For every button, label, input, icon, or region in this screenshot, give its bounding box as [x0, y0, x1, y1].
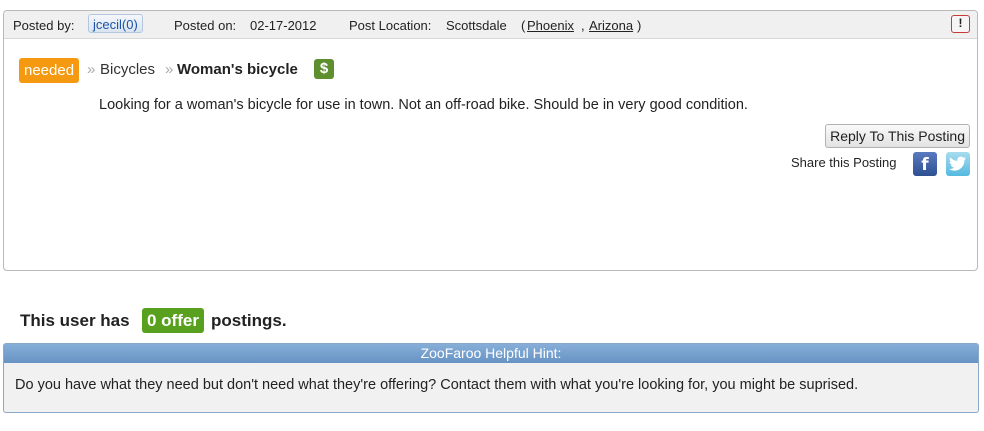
needed-tag[interactable]: needed	[19, 58, 80, 83]
location-comma: ,	[581, 18, 585, 33]
posting-title: Woman's bicycle	[177, 61, 298, 78]
facebook-icon[interactable]: f	[913, 152, 937, 176]
location-close-paren: )	[637, 18, 642, 33]
helpful-hint-panel: ZooFaroo Helpful Hint: Do you have what …	[3, 343, 979, 413]
flag-icon[interactable]: !	[951, 15, 970, 33]
posted-on-date: 02-17-2012	[250, 18, 317, 33]
region-link-phoenix[interactable]: Phoenix	[527, 18, 574, 33]
state-link-arizona[interactable]: Arizona	[589, 18, 633, 33]
post-location-label: Post Location:	[349, 18, 432, 33]
offer-count-badge[interactable]: 0 offer	[142, 308, 204, 333]
user-profile-button[interactable]: jcecil(0)	[88, 14, 143, 33]
breadcrumb-category[interactable]: Bicycles	[100, 61, 155, 78]
user-has-prefix: This user has	[20, 311, 130, 330]
post-location-city: Scottsdale	[446, 18, 507, 33]
posting-meta-bar: Posted by: jcecil(0) Posted on: 02-17-20…	[4, 11, 977, 39]
breadcrumb-separator: »	[87, 61, 96, 78]
reply-button[interactable]: Reply To This Posting	[825, 124, 970, 148]
share-label: Share this Posting	[791, 155, 897, 170]
user-has-suffix: postings.	[211, 311, 287, 330]
hint-text: Do you have what they need but don't nee…	[15, 377, 859, 393]
posting-description: Looking for a woman's bicycle for use in…	[99, 97, 748, 113]
breadcrumb-separator: »	[165, 61, 174, 78]
posted-by-label: Posted by:	[13, 18, 75, 33]
dollar-icon: $	[314, 59, 334, 79]
posted-on-label: Posted on:	[174, 18, 237, 33]
location-open-paren: (	[521, 18, 526, 33]
posting-panel: Posted by: jcecil(0) Posted on: 02-17-20…	[3, 10, 978, 271]
hint-title: ZooFaroo Helpful Hint:	[4, 344, 978, 363]
twitter-icon[interactable]	[946, 152, 970, 176]
